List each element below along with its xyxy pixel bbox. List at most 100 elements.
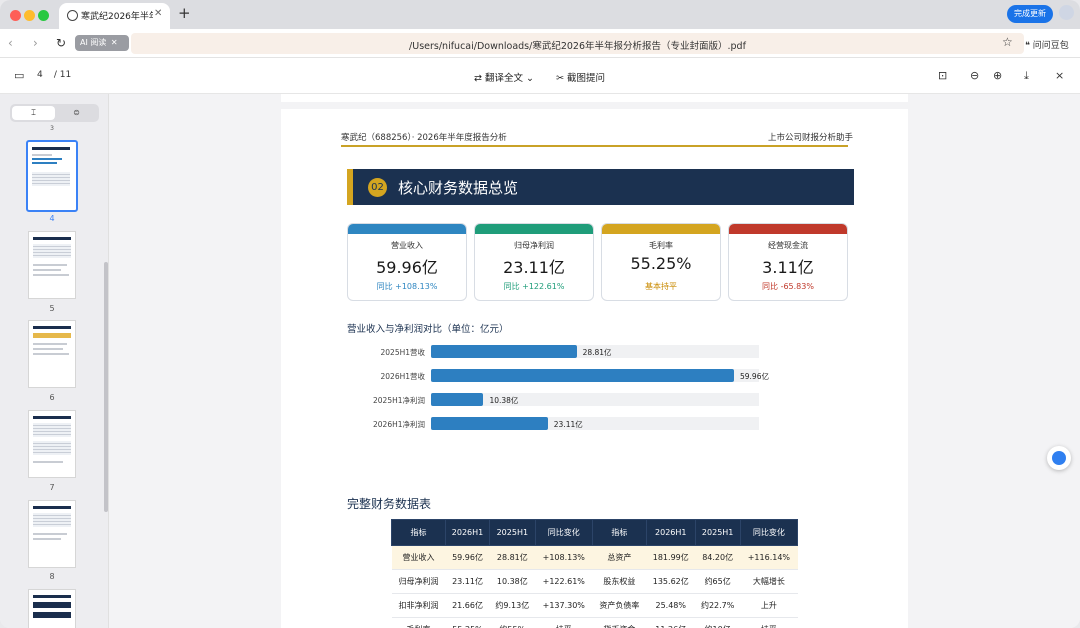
bar-category-label: 2025H1营收 [380, 348, 426, 357]
floating-assistant-button[interactable] [1047, 446, 1071, 470]
bar-value-label: 23.11亿 [553, 420, 583, 429]
thumbnail-page-9[interactable] [28, 589, 76, 628]
minimize-window-button[interactable] [24, 10, 35, 21]
zoom-out-icon[interactable]: ⊖ [970, 69, 979, 82]
section-banner: 02 核心财务数据总览 [347, 169, 854, 205]
avatar[interactable] [1059, 5, 1074, 20]
bar-mark [431, 417, 548, 430]
thumbnails-view-icon[interactable]: ⌶ [12, 106, 55, 120]
table-header-cell: 2025H1 [694, 519, 741, 546]
table-cell: +122.61% [535, 569, 593, 594]
chevron-down-icon: ⌄ [526, 73, 535, 84]
page-indicator: 4 / 11 [37, 70, 71, 80]
zoom-in-icon[interactable]: ⊕ [993, 69, 1002, 82]
table-cell: 总资产 [592, 545, 647, 570]
page-header-left: 寒武纪（688256）· 2026年半年度报告分析 [341, 133, 507, 143]
reload-icon[interactable]: ↻ [56, 36, 66, 50]
page-input[interactable]: 4 [37, 70, 51, 80]
kpi-label: 归母净利润 [514, 241, 554, 250]
tab-close-icon[interactable]: ✕ [154, 8, 162, 19]
sidebar-toggle-icon[interactable]: ▭ [14, 69, 24, 82]
table-cell: 11.26亿 [646, 617, 696, 628]
ai-read-label: AI 阅读 [80, 38, 107, 47]
close-viewer-icon[interactable]: × [1055, 69, 1064, 82]
ask-douban-label: 问问豆包 [1032, 41, 1069, 51]
table-row: 毛利率55.25%约55%持平货币资金11.26亿约10亿持平 [391, 617, 798, 628]
ai-chip-close-icon[interactable]: ✕ [111, 38, 118, 47]
table-cell: 扣非净利润 [391, 593, 446, 618]
kpi-color-bar [602, 224, 720, 234]
assistant-icon [1052, 451, 1066, 465]
table-cell: 约9.13亿 [489, 593, 536, 618]
table-cell: 持平 [740, 617, 798, 628]
screenshot-ask-button[interactable]: ✂ 截图提问 [556, 70, 605, 84]
table-header-cell: 指标 [591, 519, 647, 546]
translate-button[interactable]: ⇄ 翻译全文 ⌄ [474, 70, 534, 84]
thumbnail-page-6[interactable] [28, 320, 76, 388]
update-button[interactable]: 完成更新 [1007, 5, 1053, 23]
table-cell: 约22.7% [695, 593, 741, 618]
table-cell: 84.20亿 [695, 545, 741, 570]
new-tab-button[interactable]: + [178, 4, 191, 22]
forward-icon[interactable]: › [33, 36, 38, 50]
outline-view-icon[interactable]: ⊜ [56, 106, 97, 120]
address-bar: ‹ › ↻ AI 阅读 ✕ /Users/nifucai/Downloads/寒… [0, 29, 1080, 58]
thumbnail-label-4: 4 [49, 214, 55, 223]
thumbnail-label-8: 8 [49, 572, 55, 581]
kpi-card: 经营现金流 3.11亿 同比 -65.83% [728, 223, 848, 301]
sidebar-view-switch: ⌶ ⊜ [10, 104, 99, 122]
table-cell: 23.11亿 [445, 569, 490, 594]
kpi-label: 营业收入 [391, 241, 423, 250]
kpi-card: 营业收入 59.96亿同比 +108.13% [347, 223, 467, 301]
kpi-change: 同比 +108.13% [376, 282, 438, 291]
kpi-value: 55.25% [630, 254, 692, 273]
kpi-card: 归母净利润 23.11亿 同比 +122.61% [474, 223, 594, 301]
maximize-window-button[interactable] [38, 10, 49, 21]
close-window-button[interactable] [10, 10, 21, 21]
table-cell: 资产负债率 [592, 593, 647, 618]
kpi-change: 同比 -65.83% [762, 282, 814, 291]
kpi-label: 经营现金流 [768, 241, 808, 250]
bar-value-label: 59.96亿 [740, 372, 769, 381]
thumbnail-label-7: 7 [49, 483, 55, 492]
back-icon[interactable]: ‹ [8, 36, 13, 50]
thumbnail-page-7[interactable] [28, 410, 76, 478]
table-cell: +137.30% [535, 593, 593, 618]
thumbnail-label-5: 5 [49, 304, 55, 313]
section-number: 02 [368, 178, 387, 197]
active-tab[interactable]: 寒武纪2026年半年报 ✕ [59, 3, 170, 29]
ai-read-chip[interactable]: AI 阅读 ✕ [75, 35, 129, 51]
table-cell: 约65亿 [695, 569, 741, 594]
sidebar-scrollbar[interactable] [104, 262, 108, 512]
table-cell: 营业收入 [391, 545, 446, 570]
kpi-change: 基本持平 [645, 282, 677, 291]
scissors-icon: ✂ [556, 73, 564, 84]
table-cell: 28.81亿 [489, 545, 536, 570]
url-text[interactable]: /Users/nifucai/Downloads/寒武纪2026年半年报分析报告… [131, 38, 1024, 52]
table-header-cell: 同比变化 [534, 519, 593, 546]
download-icon[interactable]: ⤓ [1024, 69, 1029, 83]
table-cell: 归母净利润 [391, 569, 446, 594]
table-cell: 大幅增长 [740, 569, 798, 594]
bar-category-label: 2025H1净利润 [373, 396, 425, 405]
ask-douban-button[interactable]: ❝ 问问豆包 [1025, 38, 1069, 51]
previous-page-edge [281, 94, 908, 102]
bar-value-label: 28.81亿 [582, 348, 612, 357]
table-cell: 55.25% [445, 617, 490, 628]
table-cell: 约10亿 [695, 617, 741, 628]
bar-mark [431, 369, 734, 382]
fit-page-icon[interactable]: ⊡ [938, 69, 947, 82]
table-cell: 135.62亿 [646, 569, 696, 594]
bar-mark [431, 393, 484, 406]
bar-mark [431, 345, 577, 358]
thumbnail-page-4[interactable] [26, 140, 78, 212]
tab-title: 寒武纪2026年半年报 [81, 12, 153, 22]
thumbnail-page-8[interactable] [28, 500, 76, 568]
bookmark-star-icon[interactable]: ☆ [1002, 35, 1013, 49]
document-canvas[interactable]: 寒武纪（688256）· 2026年半年度报告分析 上市公司财报分析助手 02 … [110, 94, 1080, 628]
kpi-color-bar [348, 224, 466, 234]
kpi-value: 59.96亿 [376, 258, 438, 277]
bar-category-label: 2026H1营收 [380, 372, 426, 381]
table-cell: 股东权益 [592, 569, 647, 594]
thumbnail-page-5[interactable] [28, 231, 76, 299]
